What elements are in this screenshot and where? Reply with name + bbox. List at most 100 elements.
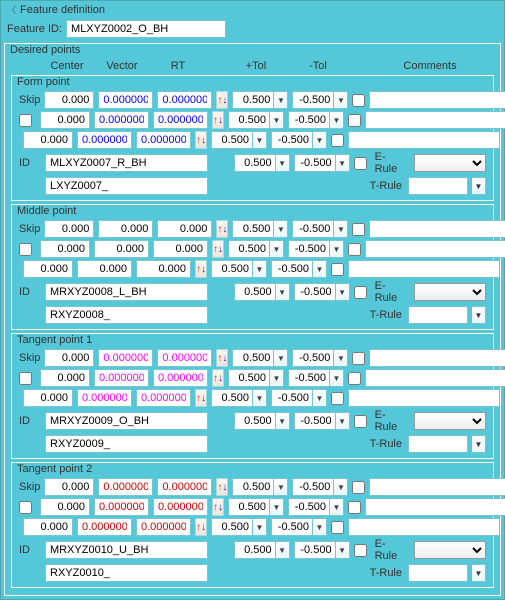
vector-input[interactable] bbox=[77, 389, 132, 407]
point-id2-input[interactable] bbox=[45, 177, 208, 195]
ptol-input[interactable] bbox=[211, 260, 253, 278]
comment-input[interactable] bbox=[348, 260, 500, 278]
ptol-dropdown-icon[interactable]: ▼ bbox=[274, 349, 288, 367]
trule-dropdown-icon[interactable]: ▼ bbox=[472, 435, 486, 453]
center-input[interactable] bbox=[44, 220, 94, 238]
rt-input[interactable] bbox=[153, 111, 208, 129]
vector-input[interactable] bbox=[94, 369, 149, 387]
mtol-dropdown-icon[interactable]: ▼ bbox=[313, 389, 327, 407]
id-mtol-dropdown-icon[interactable]: ▼ bbox=[336, 283, 350, 301]
ptol-dropdown-icon[interactable]: ▼ bbox=[253, 518, 267, 536]
mtol-dropdown-icon[interactable]: ▼ bbox=[330, 369, 344, 387]
comment-input[interactable] bbox=[369, 220, 505, 238]
id-checkbox[interactable] bbox=[354, 544, 367, 557]
id-ptol-dropdown-icon[interactable]: ▼ bbox=[276, 412, 290, 430]
id-mtol-input[interactable] bbox=[294, 154, 336, 172]
rt-input[interactable] bbox=[157, 478, 212, 496]
point-id-input[interactable] bbox=[45, 154, 208, 172]
id-checkbox[interactable] bbox=[354, 415, 367, 428]
id-ptol-dropdown-icon[interactable]: ▼ bbox=[276, 154, 290, 172]
mtol-input[interactable] bbox=[292, 220, 334, 238]
mtol-input[interactable] bbox=[288, 369, 330, 387]
id-mtol-dropdown-icon[interactable]: ▼ bbox=[336, 154, 350, 172]
center-input[interactable] bbox=[23, 260, 73, 278]
id-checkbox[interactable] bbox=[354, 286, 367, 299]
id-checkbox[interactable] bbox=[354, 157, 367, 170]
ptol-dropdown-icon[interactable]: ▼ bbox=[270, 369, 284, 387]
id-ptol-input[interactable] bbox=[234, 283, 276, 301]
skip-checkbox[interactable] bbox=[19, 372, 32, 385]
trule-input[interactable] bbox=[408, 177, 468, 195]
mtol-input[interactable] bbox=[271, 131, 313, 149]
mtol-dropdown-icon[interactable]: ▼ bbox=[330, 240, 344, 258]
rt-input[interactable] bbox=[136, 131, 191, 149]
erule-select[interactable] bbox=[414, 283, 486, 301]
skip-checkbox[interactable] bbox=[19, 114, 32, 127]
trule-dropdown-icon[interactable]: ▼ bbox=[472, 564, 486, 582]
vector-input[interactable] bbox=[77, 131, 132, 149]
id-mtol-dropdown-icon[interactable]: ▼ bbox=[336, 541, 350, 559]
ptol-input[interactable] bbox=[232, 349, 274, 367]
comment-input[interactable] bbox=[348, 518, 500, 536]
id-ptol-input[interactable] bbox=[234, 154, 276, 172]
id-mtol-input[interactable] bbox=[294, 283, 336, 301]
trule-input[interactable] bbox=[408, 306, 468, 324]
erule-select[interactable] bbox=[414, 541, 486, 559]
ptol-input[interactable] bbox=[211, 518, 253, 536]
point-id2-input[interactable] bbox=[45, 306, 208, 324]
center-input[interactable] bbox=[40, 240, 90, 258]
center-input[interactable] bbox=[40, 369, 90, 387]
point-id2-input[interactable] bbox=[45, 435, 208, 453]
rt-input[interactable] bbox=[153, 369, 208, 387]
ptol-input[interactable] bbox=[232, 91, 274, 109]
trule-input[interactable] bbox=[408, 564, 468, 582]
swap-icon[interactable]: ↑↓ bbox=[216, 91, 228, 109]
ptol-dropdown-icon[interactable]: ▼ bbox=[253, 260, 267, 278]
rt-input[interactable] bbox=[136, 389, 191, 407]
comment-input[interactable] bbox=[365, 369, 505, 387]
comment-input[interactable] bbox=[369, 349, 505, 367]
swap-icon[interactable]: ↑↓ bbox=[212, 498, 224, 516]
mtol-dropdown-icon[interactable]: ▼ bbox=[334, 91, 348, 109]
ptol-dropdown-icon[interactable]: ▼ bbox=[274, 220, 288, 238]
row-checkbox[interactable] bbox=[331, 521, 344, 534]
center-input[interactable] bbox=[44, 349, 94, 367]
comment-input[interactable] bbox=[348, 389, 500, 407]
point-id-input[interactable] bbox=[45, 541, 208, 559]
vector-input[interactable] bbox=[98, 91, 153, 109]
trule-dropdown-icon[interactable]: ▼ bbox=[472, 177, 486, 195]
ptol-dropdown-icon[interactable]: ▼ bbox=[253, 131, 267, 149]
point-id2-input[interactable] bbox=[45, 564, 208, 582]
swap-icon[interactable]: ↑↓ bbox=[212, 240, 224, 258]
swap-icon[interactable]: ↑↓ bbox=[212, 111, 224, 129]
center-input[interactable] bbox=[44, 478, 94, 496]
mtol-dropdown-icon[interactable]: ▼ bbox=[334, 478, 348, 496]
vector-input[interactable] bbox=[98, 220, 153, 238]
swap-icon[interactable]: ↑↓ bbox=[212, 369, 224, 387]
row-checkbox[interactable] bbox=[331, 263, 344, 276]
swap-icon[interactable]: ↑↓ bbox=[195, 389, 207, 407]
erule-select[interactable] bbox=[414, 412, 486, 430]
comment-input[interactable] bbox=[369, 478, 505, 496]
row-checkbox[interactable] bbox=[348, 114, 361, 127]
rt-input[interactable] bbox=[157, 349, 212, 367]
id-ptol-dropdown-icon[interactable]: ▼ bbox=[276, 541, 290, 559]
mtol-dropdown-icon[interactable]: ▼ bbox=[313, 518, 327, 536]
ptol-dropdown-icon[interactable]: ▼ bbox=[270, 240, 284, 258]
skip-checkbox[interactable] bbox=[19, 501, 32, 514]
mtol-dropdown-icon[interactable]: ▼ bbox=[334, 220, 348, 238]
row-checkbox[interactable] bbox=[352, 94, 365, 107]
id-ptol-dropdown-icon[interactable]: ▼ bbox=[276, 283, 290, 301]
ptol-input[interactable] bbox=[232, 220, 274, 238]
row-checkbox[interactable] bbox=[331, 134, 344, 147]
ptol-input[interactable] bbox=[228, 111, 270, 129]
vector-input[interactable] bbox=[77, 518, 132, 536]
point-id-input[interactable] bbox=[45, 412, 208, 430]
ptol-dropdown-icon[interactable]: ▼ bbox=[270, 498, 284, 516]
mtol-dropdown-icon[interactable]: ▼ bbox=[330, 498, 344, 516]
center-input[interactable] bbox=[40, 111, 90, 129]
vector-input[interactable] bbox=[94, 111, 149, 129]
center-input[interactable] bbox=[44, 91, 94, 109]
row-checkbox[interactable] bbox=[352, 481, 365, 494]
mtol-input[interactable] bbox=[271, 389, 313, 407]
